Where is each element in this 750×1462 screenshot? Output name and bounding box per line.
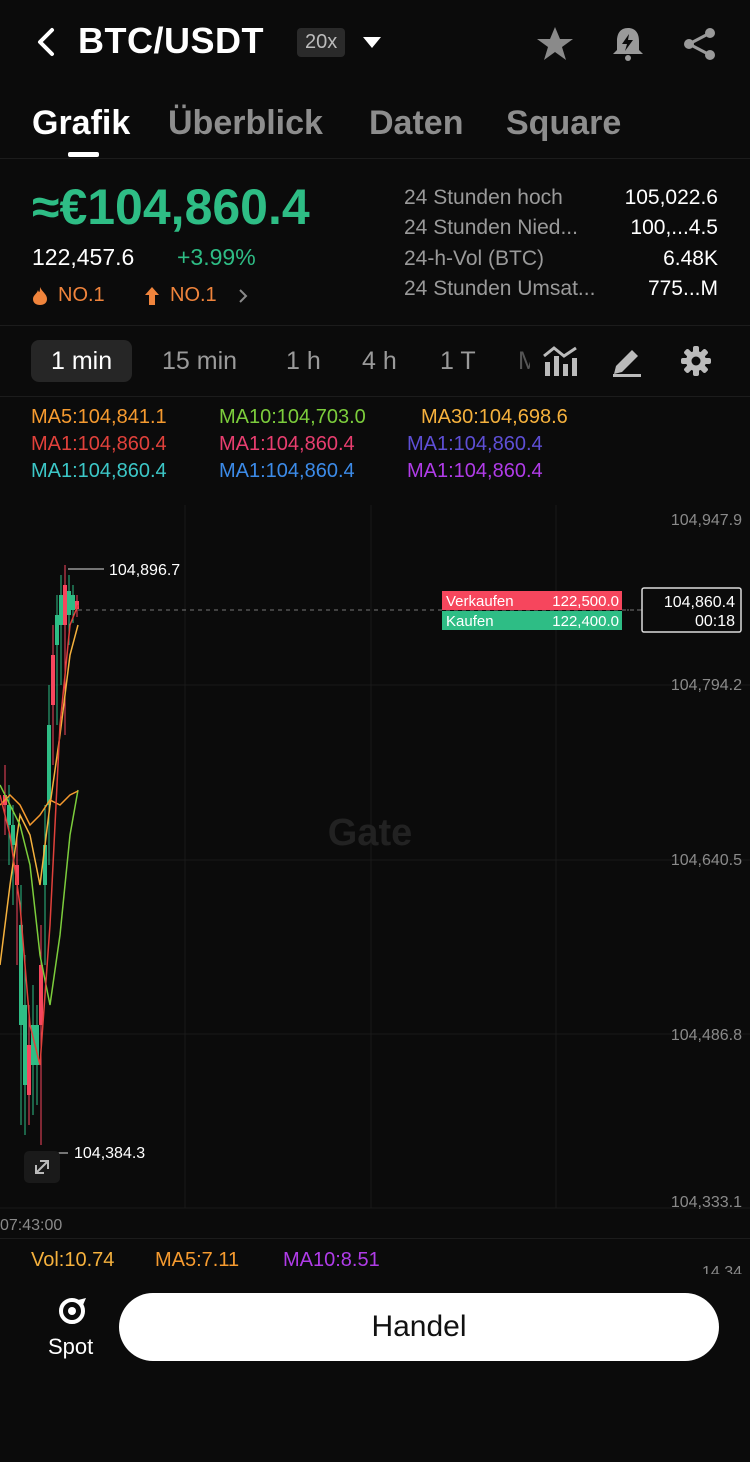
timeframe-more[interactable]: M bbox=[518, 340, 530, 382]
divider bbox=[0, 325, 750, 326]
ma-legend-ma1: MA1:104,860.4 bbox=[31, 433, 167, 455]
candle-body bbox=[71, 595, 75, 610]
tab-square[interactable]: Square bbox=[506, 104, 621, 143]
chevron-right-icon[interactable] bbox=[236, 287, 250, 305]
indicator-chart-icon[interactable] bbox=[542, 344, 578, 378]
tab-bar: Grafik Überblick Daten Square bbox=[0, 100, 750, 159]
buy-price: 122,400.0 bbox=[552, 613, 619, 630]
timeframe-1d[interactable]: 1 T bbox=[440, 340, 476, 382]
rank-badge-gainer[interactable]: NO.1 bbox=[170, 284, 217, 307]
candle-body bbox=[55, 615, 59, 645]
y-tick-label: 104,640.5 bbox=[671, 852, 742, 869]
last-price: ≈€104,860.4 bbox=[32, 179, 310, 235]
y-tick-label: 104,333.1 bbox=[671, 1194, 742, 1211]
y-tick-label: 104,947.9 bbox=[671, 512, 742, 529]
volume-legend-ma10: MA10:8.51 bbox=[283, 1249, 380, 1271]
stat-label-turnover: 24 Stunden Umsat... bbox=[404, 277, 596, 300]
candle-body bbox=[27, 1045, 31, 1095]
sell-price: 122,500.0 bbox=[552, 593, 619, 610]
leverage-badge: 20x bbox=[297, 28, 346, 57]
star-icon[interactable] bbox=[535, 24, 575, 64]
divider bbox=[0, 396, 750, 397]
timeframe-15min[interactable]: 15 min bbox=[162, 340, 237, 382]
chevron-down-icon[interactable] bbox=[362, 36, 382, 50]
stat-value-low: 100,...4.5 bbox=[630, 216, 718, 239]
active-tab-indicator bbox=[68, 152, 99, 157]
ma-legend-ma5: MA5:104,841.1 bbox=[31, 406, 167, 428]
candle-body bbox=[63, 585, 67, 625]
y-tick-label: 104,486.8 bbox=[671, 1027, 742, 1044]
candle-body bbox=[67, 591, 71, 615]
settings-gear-icon[interactable] bbox=[680, 345, 712, 377]
price-change-percent: +3.99% bbox=[177, 244, 256, 270]
candle-body bbox=[51, 655, 55, 705]
candle-body bbox=[47, 725, 51, 805]
ma-legend-ma10: MA10:104,703.0 bbox=[219, 406, 366, 428]
stat-label-high: 24 Stunden hoch bbox=[404, 186, 563, 209]
timeframe-1min[interactable]: 1 min bbox=[31, 340, 133, 382]
spot-icon[interactable] bbox=[56, 1296, 88, 1326]
candle-body bbox=[7, 805, 11, 825]
stat-value-high: 105,022.6 bbox=[624, 186, 718, 209]
sell-label: Verkaufen bbox=[446, 593, 514, 610]
volume-legend-vol: Vol:10.74 bbox=[31, 1249, 115, 1271]
stat-value-volume: 6.48K bbox=[663, 247, 718, 270]
ma-legend-ma1: MA1:104,860.4 bbox=[407, 433, 543, 455]
top-bar: BTC/USDT 20x bbox=[0, 0, 750, 90]
ma-legend-ma1: MA1:104,860.4 bbox=[31, 460, 167, 482]
share-icon[interactable] bbox=[680, 24, 720, 64]
candlestick-chart[interactable]: Gate 104,896.7 104,384.3 Verkaufen 122,5… bbox=[0, 505, 750, 1235]
ma-legend-ma1: MA1:104,860.4 bbox=[407, 460, 543, 482]
ma-legend-ma1: MA1:104,860.4 bbox=[219, 460, 355, 482]
candle-body bbox=[39, 965, 43, 1025]
candle-body bbox=[23, 1005, 27, 1085]
price-alert-bell-icon[interactable] bbox=[608, 24, 648, 64]
ma-legend-ma1: MA1:104,860.4 bbox=[219, 433, 355, 455]
candle-body bbox=[59, 595, 63, 625]
y-tick-label: 104,794.2 bbox=[671, 677, 742, 694]
gate-watermark: Gate bbox=[328, 812, 412, 854]
pair-title[interactable]: BTC/USDT bbox=[78, 20, 264, 62]
trade-button[interactable]: Handel bbox=[119, 1293, 719, 1361]
current-price: 104,860.4 bbox=[664, 594, 735, 611]
volume-legend-ma5: MA5:7.11 bbox=[155, 1249, 240, 1271]
stat-value-turnover: 775...M bbox=[647, 277, 718, 300]
tab-ueberblick[interactable]: Überblick bbox=[168, 104, 323, 143]
current-price-tag: 104,860.4 00:18 bbox=[641, 587, 742, 633]
draw-pen-icon[interactable] bbox=[610, 344, 644, 378]
ma-legend-ma30: MA30:104,698.6 bbox=[421, 406, 568, 428]
back-arrow-icon[interactable] bbox=[32, 22, 62, 62]
divider bbox=[0, 1238, 750, 1239]
buy-label: Kaufen bbox=[446, 613, 494, 630]
rank-badge-hot[interactable]: NO.1 bbox=[58, 284, 105, 307]
last-price-secondary: 122,457.6 bbox=[32, 244, 135, 270]
stat-label-low: 24 Stunden Nied... bbox=[404, 216, 578, 239]
tab-daten[interactable]: Daten bbox=[369, 104, 463, 143]
low-price-label: 104,384.3 bbox=[74, 1145, 145, 1162]
spot-label[interactable]: Spot bbox=[48, 1334, 93, 1360]
tab-grafik[interactable]: Grafik bbox=[32, 104, 130, 143]
expand-icon[interactable] bbox=[24, 1151, 60, 1183]
volume-axis-label: 14.34 bbox=[701, 1264, 742, 1274]
timeframe-4h[interactable]: 4 h bbox=[362, 340, 397, 382]
x-tick-label: 07:43:00 bbox=[0, 1217, 62, 1234]
trending-up-icon bbox=[145, 287, 159, 305]
order-book-tag: Verkaufen 122,500.0 Kaufen 122,400.0 bbox=[442, 591, 622, 630]
timeframe-1h[interactable]: 1 h bbox=[286, 340, 321, 382]
fire-icon bbox=[33, 287, 47, 305]
stat-label-volume: 24-h-Vol (BTC) bbox=[404, 247, 545, 270]
high-price-label: 104,896.7 bbox=[109, 562, 180, 579]
ma-line bbox=[0, 624, 79, 966]
candle-countdown: 00:18 bbox=[695, 613, 735, 630]
